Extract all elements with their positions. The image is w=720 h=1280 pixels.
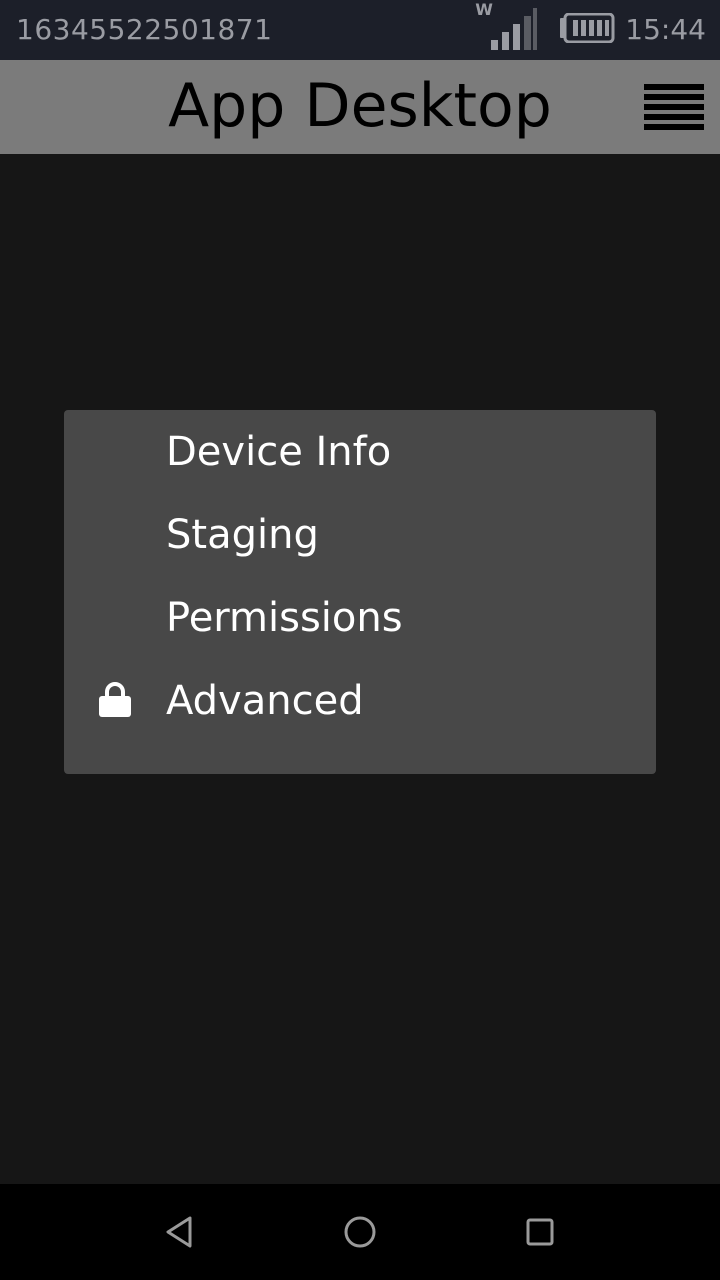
navigation-bar bbox=[0, 1184, 720, 1280]
content-area: Device Info Staging Permissions Advanced bbox=[0, 154, 720, 1184]
menu-item-advanced[interactable]: Advanced bbox=[64, 676, 656, 759]
menu-item-device-info[interactable]: Device Info bbox=[64, 427, 656, 510]
menu-item-label: Staging bbox=[166, 512, 319, 558]
menu-item-staging[interactable]: Staging bbox=[64, 510, 656, 593]
clock: 15:44 bbox=[625, 13, 706, 46]
status-icons: W 15:44 bbox=[475, 0, 706, 54]
menu-item-permissions[interactable]: Permissions bbox=[64, 593, 656, 676]
menu-item-label: Advanced bbox=[166, 678, 364, 724]
screen: 16345522501871 W 15:44 App Desktop Devic… bbox=[0, 0, 720, 1280]
menu-item-label: Device Info bbox=[166, 429, 392, 475]
lock-icon bbox=[98, 682, 132, 722]
recent-apps-icon[interactable] bbox=[520, 1212, 560, 1252]
status-bar: 16345522501871 W 15:44 bbox=[0, 0, 720, 60]
back-icon[interactable] bbox=[160, 1212, 200, 1252]
menu-item-label: Permissions bbox=[166, 595, 403, 641]
network-type-label: W bbox=[475, 0, 493, 19]
popup-menu: Device Info Staging Permissions Advanced bbox=[64, 410, 656, 774]
app-bar: App Desktop bbox=[0, 60, 720, 154]
home-icon[interactable] bbox=[340, 1212, 380, 1252]
device-id-text: 16345522501871 bbox=[16, 13, 273, 46]
hamburger-menu-icon[interactable] bbox=[642, 82, 706, 130]
app-title: App Desktop bbox=[168, 71, 552, 141]
signal-icon: W bbox=[475, 0, 539, 54]
battery-icon bbox=[559, 12, 615, 47]
